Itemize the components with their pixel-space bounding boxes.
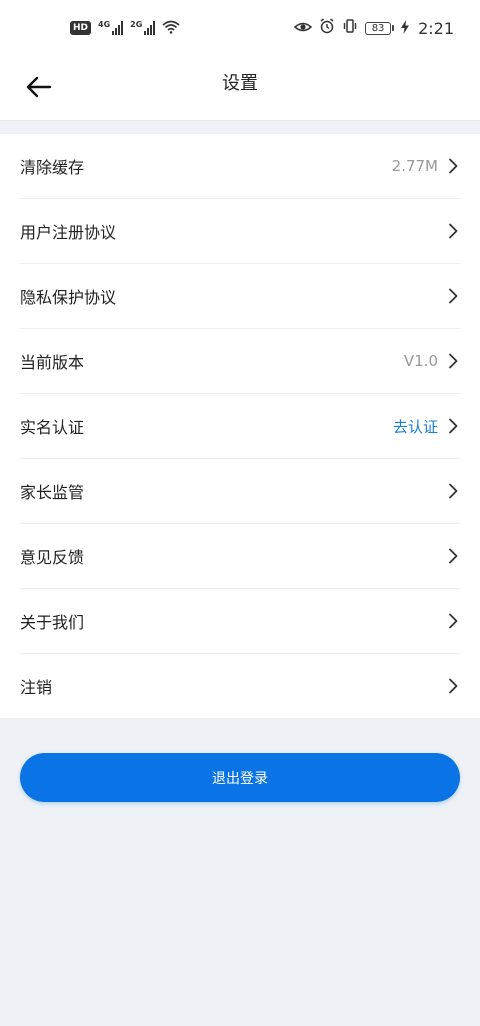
settings-item-right: 2.77M <box>392 157 460 175</box>
status-time: 2:21 <box>418 18 454 38</box>
settings-item-parental-control[interactable]: 家长监管 <box>20 459 460 524</box>
settings-item-right <box>446 613 460 629</box>
eye-comfort-icon <box>293 19 313 38</box>
vibrate-icon <box>342 18 358 38</box>
settings-item-label: 实名认证 <box>20 418 85 437</box>
settings-item-right <box>446 548 460 564</box>
chevron-right-icon <box>446 353 460 369</box>
chevron-right-icon <box>446 158 460 174</box>
page-header: 设置 <box>0 56 480 121</box>
settings-item-label: 用户注册协议 <box>20 223 117 242</box>
settings-item-privacy-policy[interactable]: 隐私保护协议 <box>20 264 460 329</box>
status-bar-left: HD 4G 2G <box>70 19 180 38</box>
chevron-right-icon <box>446 548 460 564</box>
settings-item-feedback[interactable]: 意见反馈 <box>20 524 460 589</box>
battery-level: 83 <box>365 21 392 35</box>
settings-item-clear-cache[interactable]: 清除缓存 2.77M <box>20 134 460 199</box>
page-title: 设置 <box>222 73 258 94</box>
settings-item-label: 关于我们 <box>20 613 85 632</box>
settings-item-label: 清除缓存 <box>20 158 85 177</box>
settings-item-right: V1.0 <box>404 352 460 370</box>
battery-icon: 83 <box>365 21 395 35</box>
settings-item-value: V1.0 <box>403 352 438 370</box>
chevron-right-icon <box>446 418 460 434</box>
settings-item-right: 去认证 <box>393 416 460 437</box>
signal-4g-icon: 4G <box>98 20 124 35</box>
signal-2g-icon: 2G <box>130 20 156 35</box>
settings-item-right <box>446 223 460 239</box>
logout-button[interactable]: 退出登录 <box>20 753 460 802</box>
chevron-right-icon <box>446 483 460 499</box>
status-bar: HD 4G 2G 83 2:21 <box>0 0 480 56</box>
settings-list: 清除缓存 2.77M 用户注册协议 隐私保护协议 当前版本 V1.0 实名认证 去认证家长监管… <box>0 134 480 718</box>
settings-item-right <box>446 288 460 304</box>
settings-item-value[interactable]: 去认证 <box>393 416 438 437</box>
settings-item-deactivate[interactable]: 注销 <box>20 654 460 718</box>
wifi-icon <box>162 19 180 38</box>
chevron-right-icon <box>446 288 460 304</box>
settings-item-user-agreement[interactable]: 用户注册协议 <box>20 199 460 264</box>
settings-item-label: 家长监管 <box>20 483 85 502</box>
settings-item-about-us[interactable]: 关于我们 <box>20 589 460 654</box>
settings-item-right <box>446 678 460 694</box>
status-bar-right: 83 2:21 <box>293 18 454 38</box>
charging-icon <box>401 19 410 38</box>
settings-item-right <box>446 483 460 499</box>
chevron-right-icon <box>446 678 460 694</box>
hd-badge: HD <box>70 21 92 35</box>
settings-item-label: 隐私保护协议 <box>20 288 117 307</box>
chevron-right-icon <box>446 223 460 239</box>
settings-item-label: 意见反馈 <box>20 548 85 567</box>
network-type-4g: 4G <box>98 20 111 29</box>
network-type-2g: 2G <box>130 20 143 29</box>
chevron-right-icon <box>446 613 460 629</box>
alarm-icon <box>319 18 335 38</box>
settings-item-label: 当前版本 <box>20 353 85 372</box>
settings-item-real-name-auth[interactable]: 实名认证 去认证 <box>20 394 460 459</box>
settings-item-current-version[interactable]: 当前版本 V1.0 <box>20 329 460 394</box>
settings-item-label: 注销 <box>20 678 53 697</box>
settings-item-value: 2.77M <box>391 157 438 175</box>
